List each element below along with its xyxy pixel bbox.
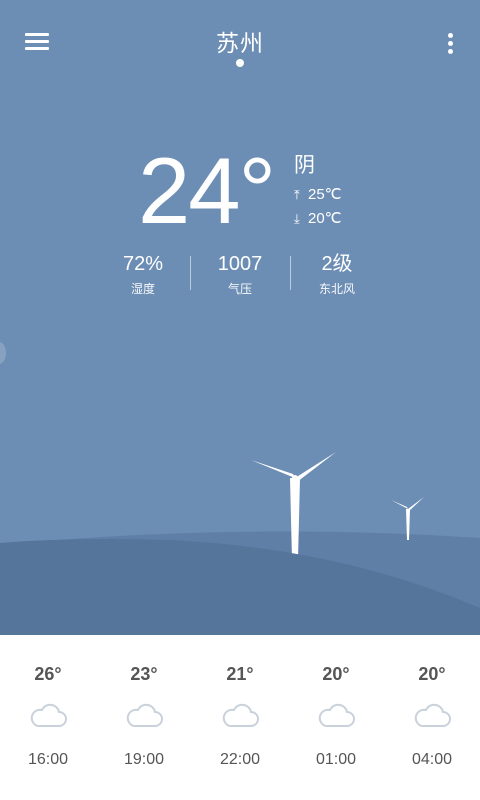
high-temperature: ⤒ 25℃ (294, 185, 342, 203)
hamburger-menu-icon[interactable] (22, 30, 52, 54)
hourly-forecast: 26° 16:00 23° 19:00 21° 22:00 20° 01:00 … (0, 635, 480, 800)
forecast-temperature: 23° (130, 664, 158, 684)
weather-condition: 阴 (294, 153, 315, 177)
forecast-temperature: 21° (226, 664, 254, 684)
cloud-icon (222, 703, 259, 727)
top-bar: 苏州 (0, 0, 480, 80)
arrow-down-icon: ⤓ (294, 211, 300, 226)
cloud-icon (30, 703, 67, 727)
forecast-item[interactable]: 20° 04:00 (384, 635, 480, 800)
wind-label: 东北风 (318, 282, 355, 296)
humidity-stat: 72% 湿度 (93, 252, 193, 297)
low-temperature: ⤓ 20℃ (294, 209, 342, 227)
arrow-up-icon: ⤒ (294, 187, 300, 202)
page-indicator-dot (236, 59, 244, 67)
cloud-icon (414, 703, 451, 727)
forecast-item[interactable]: 21° 22:00 (192, 635, 288, 800)
forecast-time: 16:00 (27, 751, 69, 768)
pressure-stat: 1007 气压 (190, 252, 290, 297)
humidity-label: 湿度 (130, 282, 155, 296)
more-vertical-icon[interactable] (436, 28, 464, 58)
wind-value: 2级 (321, 253, 353, 275)
weather-stats: 72% 湿度 1007 气压 2级 东北风 (0, 252, 480, 302)
forecast-item[interactable]: 20° 01:00 (288, 635, 384, 800)
forecast-time: 19:00 (123, 751, 165, 768)
high-temp-value: 25℃ (308, 186, 342, 203)
pressure-value: 1007 (217, 253, 263, 275)
forecast-time: 01:00 (315, 751, 357, 768)
cloud-icon (318, 703, 355, 727)
forecast-temperature: 20° (418, 664, 446, 684)
weather-background: 苏州 24° 阴 ⤒ 25℃ ⤓ 20℃ 72% 湿度 1007 气压 2级 东北风 (0, 0, 480, 635)
wind-turbine-small (391, 497, 424, 540)
city-name[interactable]: 苏州 (140, 24, 340, 58)
forecast-temperature: 20° (322, 664, 350, 684)
forecast-time: 04:00 (411, 751, 453, 768)
pressure-label: 气压 (227, 282, 252, 296)
humidity-value: 72% (122, 253, 164, 275)
forecast-item[interactable]: 23° 19:00 (96, 635, 192, 800)
drawer-edge-handle[interactable] (0, 342, 6, 364)
cloud-icon (126, 703, 163, 727)
forecast-temperature: 26° (34, 664, 62, 684)
low-temp-value: 20℃ (308, 210, 342, 227)
landscape-scene (0, 452, 480, 635)
forecast-item[interactable]: 26° 16:00 (0, 635, 96, 800)
current-temperature: 24° (138, 138, 276, 243)
forecast-time: 22:00 (219, 751, 261, 768)
wind-stat: 2级 东北风 (287, 252, 387, 297)
